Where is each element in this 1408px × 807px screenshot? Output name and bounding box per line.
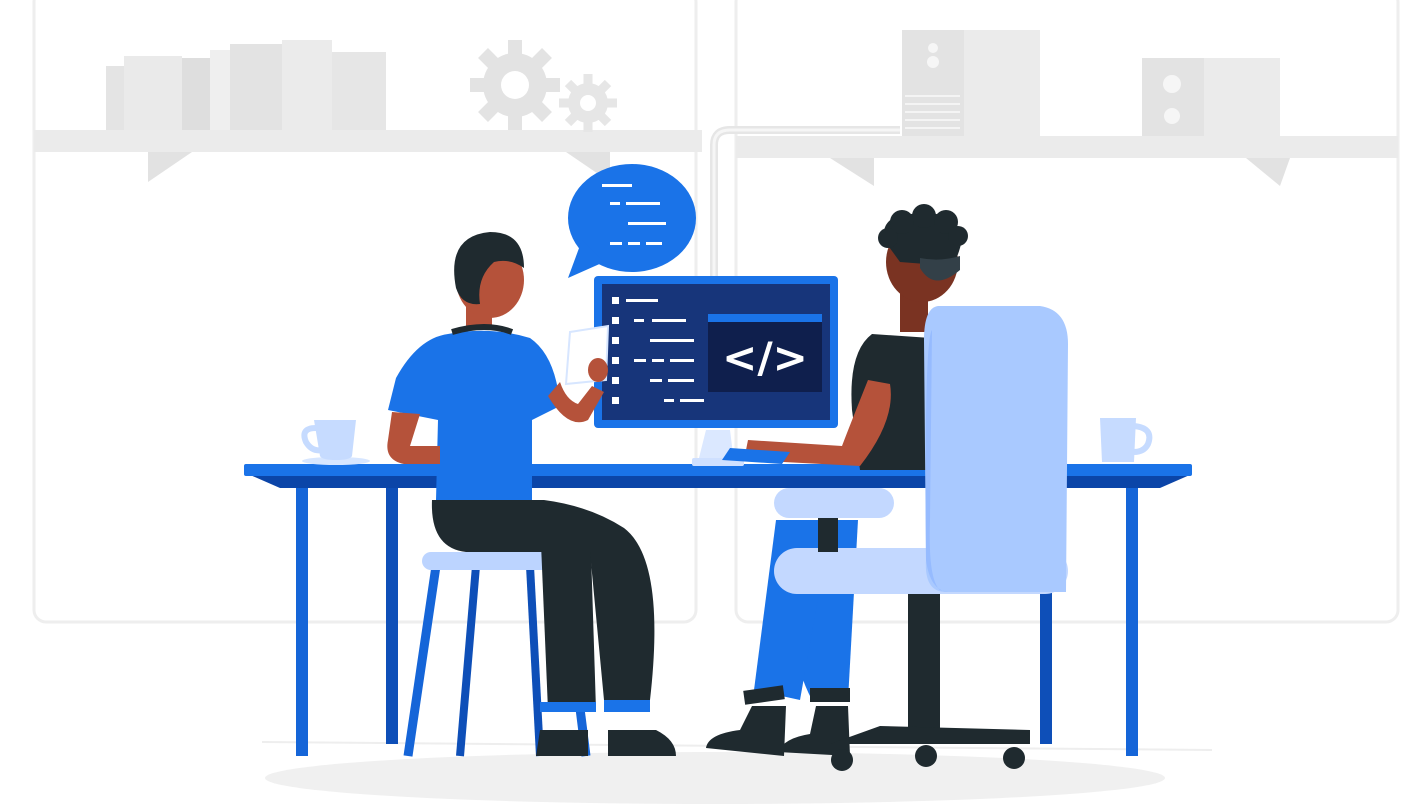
chair-wheel [1003, 747, 1025, 769]
chair-wheel [915, 745, 937, 767]
server-box [902, 30, 1040, 136]
developers-illustration: </> [32, 0, 1400, 804]
code-icon: </> [722, 333, 808, 382]
floor-shadow [265, 752, 1165, 804]
speaker-box [1142, 58, 1280, 136]
gear-icon [470, 40, 560, 130]
chair-wheel [831, 749, 853, 771]
